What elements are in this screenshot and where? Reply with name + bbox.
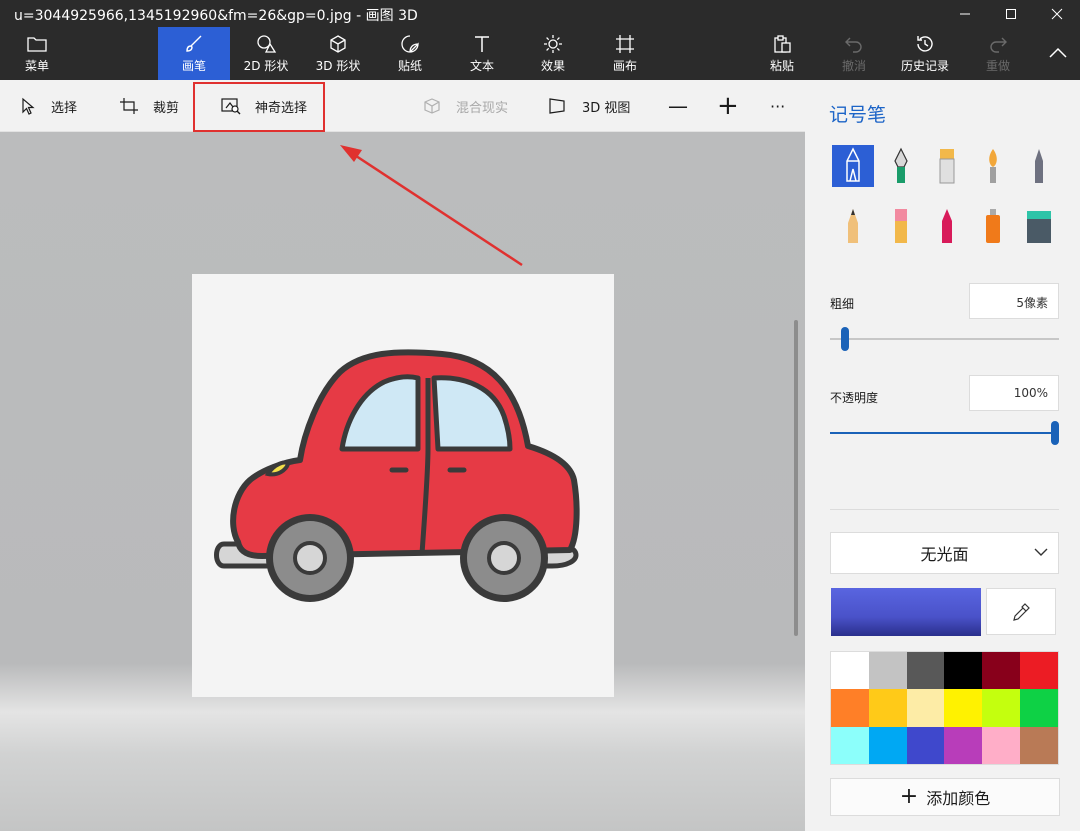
color-swatch[interactable] (906, 726, 945, 764)
color-swatch[interactable] (868, 689, 907, 727)
collapse-ribbon-button[interactable] (1040, 27, 1076, 80)
spray-can-icon (986, 209, 1000, 243)
color-swatch[interactable] (868, 726, 907, 764)
opacity-slider-thumb[interactable] (1051, 421, 1059, 445)
color-swatch[interactable] (831, 726, 869, 764)
maximize-button[interactable] (988, 0, 1034, 27)
annotation-arrow (340, 145, 523, 267)
thickness-slider[interactable] (830, 338, 1059, 340)
color-swatch[interactable] (1020, 652, 1058, 690)
minimize-button[interactable] (942, 0, 988, 27)
color-swatch[interactable] (906, 652, 945, 690)
color-swatch[interactable] (831, 652, 869, 690)
marker-icon (846, 147, 860, 182)
color-swatch[interactable] (944, 726, 983, 764)
color-swatch[interactable] (1020, 726, 1058, 764)
eraser-tool[interactable] (880, 205, 922, 247)
color-palette (830, 651, 1059, 765)
redo-button[interactable]: 重做 (976, 27, 1020, 80)
color-swatch[interactable] (982, 689, 1021, 727)
color-swatch[interactable] (831, 689, 869, 727)
fill-bucket-tool[interactable] (1018, 205, 1060, 247)
add-color-button[interactable]: + 添加颜色 (830, 778, 1060, 816)
opacity-input[interactable]: 100% (969, 375, 1059, 411)
plus-icon: + (899, 784, 919, 809)
thickness-label: 粗细 (830, 297, 855, 311)
eyedropper-icon (1013, 602, 1030, 621)
add-color-label: 添加颜色 (926, 789, 991, 808)
marker-tool[interactable] (832, 145, 874, 187)
color-swatch[interactable] (982, 726, 1021, 764)
color-swatch[interactable] (944, 689, 983, 727)
undo-icon (844, 33, 864, 55)
calligraphy-pen-tool[interactable] (880, 145, 922, 187)
crayon-icon (942, 209, 952, 243)
redo-label: 重做 (985, 59, 1010, 73)
chevron-down-icon (1034, 548, 1048, 556)
color-swatch[interactable] (868, 652, 907, 690)
divider (830, 509, 1059, 510)
color-swatch[interactable] (944, 652, 983, 690)
fill-bucket-icon (1027, 211, 1051, 243)
thickness-input[interactable]: 5像素 (969, 283, 1059, 319)
chevron-up-icon (1048, 42, 1068, 64)
undo-label: 撤消 (841, 59, 866, 73)
color-swatch[interactable] (1020, 689, 1058, 727)
color-swatch[interactable] (982, 652, 1021, 690)
color-swatch[interactable] (906, 689, 945, 727)
history-button[interactable]: 历史记录 (894, 27, 956, 80)
calligraphy-pen-icon (894, 147, 908, 183)
history-label: 历史记录 (900, 59, 949, 73)
spray-can-tool[interactable] (972, 205, 1014, 247)
opacity-slider[interactable] (830, 432, 1059, 434)
eraser-icon (895, 209, 907, 243)
crayon-tool[interactable] (926, 205, 968, 247)
panel-title: 记号笔 (829, 104, 887, 126)
opacity-label: 不透明度 (830, 391, 879, 405)
eyedropper-button[interactable] (986, 588, 1056, 635)
thickness-slider-thumb[interactable] (841, 327, 850, 351)
undo-button[interactable]: 撤消 (832, 27, 876, 80)
pixel-pen-tool[interactable] (1018, 145, 1060, 187)
pixel-pen-icon (1035, 149, 1043, 183)
oil-brush-icon (939, 149, 955, 184)
pencil-icon (848, 209, 858, 243)
oil-brush-tool[interactable] (926, 145, 968, 187)
finish-dropdown[interactable]: 无光面 (830, 532, 1059, 574)
pencil-tool[interactable] (832, 205, 874, 247)
watercolor-icon (989, 149, 997, 183)
watercolor-tool[interactable] (972, 145, 1014, 187)
brush-panel: 记号笔 粗细 5像素 不透明度 100% 无光面 + 添加颜色 (805, 80, 1080, 831)
redo-icon (988, 33, 1008, 55)
current-color-swatch[interactable] (831, 588, 981, 636)
close-button[interactable] (1034, 0, 1080, 27)
finish-label: 无光面 (920, 545, 969, 564)
history-icon (915, 33, 935, 55)
